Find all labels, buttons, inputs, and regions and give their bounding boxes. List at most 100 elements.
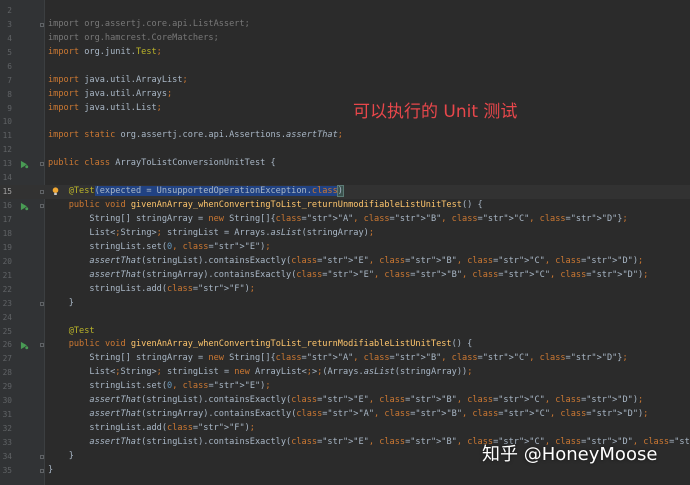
code-text[interactable]: List<;String>; stringList = new ArrayLis… xyxy=(48,366,472,380)
code-text[interactable]: } xyxy=(48,464,53,478)
line-number: 10 xyxy=(2,117,12,127)
code-editor[interactable]: 1package com.ossez.arrayconversion;23imp… xyxy=(0,0,690,485)
line-number: 8 xyxy=(7,89,12,99)
line-number: 20 xyxy=(2,256,12,266)
code-line[interactable]: 28 List<;String>; stringList = new Array… xyxy=(0,366,690,380)
fold-marker-icon[interactable] xyxy=(40,204,44,209)
code-line[interactable]: 18 List<;String>; stringList = Arrays.as… xyxy=(0,227,690,241)
code-line[interactable]: 4 import org.hamcrest.CoreMatchers; xyxy=(0,32,690,46)
code-text[interactable]: assertThat(stringList).containsExactly(c… xyxy=(48,255,643,269)
code-text[interactable]: @Test(expected = UnsupportedOperationExc… xyxy=(48,185,344,199)
fold-marker-icon[interactable] xyxy=(40,190,44,195)
code-text[interactable]: @Test xyxy=(48,325,95,339)
line-number: 6 xyxy=(7,61,12,71)
fold-marker-icon[interactable] xyxy=(40,468,44,473)
code-text[interactable]: stringList.add(class="str">"F"); xyxy=(48,283,255,297)
run-test-icon[interactable] xyxy=(20,202,29,211)
code-line[interactable]: 3 import org.assertj.core.api.ListAssert; xyxy=(0,18,690,32)
code-line[interactable]: 23 } xyxy=(0,297,690,311)
line-number: 13 xyxy=(2,159,12,169)
code-text[interactable]: stringList.add(class="str">"F"); xyxy=(48,422,255,436)
code-text[interactable]: import org.junit.Test; xyxy=(48,46,162,60)
code-text[interactable]: String[] stringArray = new String[]{clas… xyxy=(48,213,627,227)
fold-marker-icon[interactable] xyxy=(40,343,44,348)
code-text[interactable]: public void givenAnArray_whenConvertingT… xyxy=(48,199,483,213)
code-text[interactable]: List<;String>; stringList = Arrays.asLis… xyxy=(48,227,374,241)
code-line[interactable]: 29 stringList.set(0, class="str">"E"); xyxy=(0,380,690,394)
line-number: 31 xyxy=(2,410,12,420)
code-text[interactable]: stringList.set(0, class="str">"E"); xyxy=(48,241,270,255)
code-line[interactable]: 22 stringList.add(class="str">"F"); xyxy=(0,283,690,297)
line-number: 16 xyxy=(2,201,12,211)
code-text[interactable]: import org.assertj.core.api.ListAssert; xyxy=(48,18,250,32)
line-number: 25 xyxy=(2,326,12,336)
code-line[interactable]: 21 assertThat(stringArray).containsExact… xyxy=(0,269,690,283)
code-line[interactable]: 26 public void givenAnArray_whenConverti… xyxy=(0,338,690,352)
code-line[interactable]: 17 String[] stringArray = new String[]{c… xyxy=(0,213,690,227)
code-line[interactable]: 24 xyxy=(0,311,690,325)
line-number: 30 xyxy=(2,396,12,406)
code-text[interactable]: import java.util.Arrays; xyxy=(48,88,172,102)
code-text[interactable]: assertThat(stringList).containsExactly(c… xyxy=(48,394,643,408)
code-line[interactable]: 31 assertThat(stringArray).containsExact… xyxy=(0,408,690,422)
code-text[interactable]: public void givenAnArray_whenConvertingT… xyxy=(48,338,473,352)
code-text[interactable]: } xyxy=(48,297,74,311)
code-line[interactable]: 12 xyxy=(0,143,690,157)
code-text[interactable]: String[] stringArray = new String[]{clas… xyxy=(48,352,627,366)
fold-marker-icon[interactable] xyxy=(40,162,44,167)
code-line[interactable]: 16 public void givenAnArray_whenConverti… xyxy=(0,199,690,213)
line-number: 29 xyxy=(2,382,12,392)
code-line[interactable]: 30 assertThat(stringList).containsExactl… xyxy=(0,394,690,408)
code-line[interactable]: 13 public class ArrayToListConversionUnit… xyxy=(0,157,690,171)
code-line[interactable]: 8 import java.util.Arrays; xyxy=(0,88,690,102)
code-text[interactable]: public class ArrayToListConversionUnitTe… xyxy=(48,157,276,171)
line-number: 27 xyxy=(2,354,12,364)
code-line[interactable]: 19 stringList.set(0, class="str">"E"); xyxy=(0,241,690,255)
fold-marker-icon[interactable] xyxy=(40,22,44,27)
code-line[interactable]: 11 import static org.assertj.core.api.Ass… xyxy=(0,129,690,143)
line-number: 22 xyxy=(2,284,12,294)
line-number: 26 xyxy=(2,340,12,350)
line-number: 35 xyxy=(2,465,12,475)
line-number: 5 xyxy=(7,47,12,57)
code-line[interactable]: 14 xyxy=(0,171,690,185)
code-line[interactable]: 7 import java.util.ArrayList; xyxy=(0,74,690,88)
line-number: 32 xyxy=(2,424,12,434)
line-number: 11 xyxy=(2,131,12,141)
code-text[interactable]: import static org.assertj.core.api.Asser… xyxy=(48,129,343,143)
watermark: 知乎 @HoneyMoose xyxy=(482,444,658,465)
code-line[interactable]: 2 xyxy=(0,4,690,18)
code-text[interactable]: import org.hamcrest.CoreMatchers; xyxy=(48,32,219,46)
code-text[interactable]: stringList.set(0, class="str">"E"); xyxy=(48,380,270,394)
fold-marker-icon[interactable] xyxy=(40,454,44,459)
line-number: 17 xyxy=(2,215,12,224)
line-number: 9 xyxy=(7,103,12,113)
code-text[interactable]: assertThat(stringArray).containsExactly(… xyxy=(48,408,648,422)
run-test-icon[interactable] xyxy=(20,341,29,351)
code-line[interactable]: 9 import java.util.List; xyxy=(0,102,690,116)
code-text[interactable]: } xyxy=(48,450,74,464)
code-line[interactable]: 27 String[] stringArray = new String[]{c… xyxy=(0,352,690,366)
line-number: 19 xyxy=(2,242,12,252)
code-line[interactable]: 15 @Test(expected = UnsupportedOperation… xyxy=(0,185,690,200)
fold-marker-icon[interactable] xyxy=(40,301,44,306)
line-number: 4 xyxy=(7,33,12,43)
code-lines: 1package com.ossez.arrayconversion;23imp… xyxy=(0,0,690,478)
line-number: 14 xyxy=(2,173,12,183)
line-number: 2 xyxy=(7,5,12,15)
line-number: 21 xyxy=(2,270,12,280)
code-line[interactable]: 10 xyxy=(0,115,690,129)
code-line[interactable]: 32 stringList.add(class="str">"F"); xyxy=(0,422,690,436)
line-number: 33 xyxy=(2,438,12,447)
code-line[interactable]: 5 import org.junit.Test; xyxy=(0,46,690,60)
line-number: 15 xyxy=(2,187,12,197)
code-line[interactable]: 6 xyxy=(0,60,690,74)
code-line[interactable]: 20 assertThat(stringList).containsExactl… xyxy=(0,255,690,269)
code-text[interactable]: assertThat(stringArray).containsExactly(… xyxy=(48,269,648,283)
code-line[interactable]: 25 @Test xyxy=(0,325,690,339)
code-text[interactable]: import java.util.ArrayList; xyxy=(48,74,188,88)
annotation-callout: 可以执行的 Unit 测试 xyxy=(353,102,518,122)
line-number: 7 xyxy=(7,75,12,85)
run-test-icon[interactable] xyxy=(20,160,29,170)
code-text[interactable]: import java.util.List; xyxy=(48,102,162,116)
